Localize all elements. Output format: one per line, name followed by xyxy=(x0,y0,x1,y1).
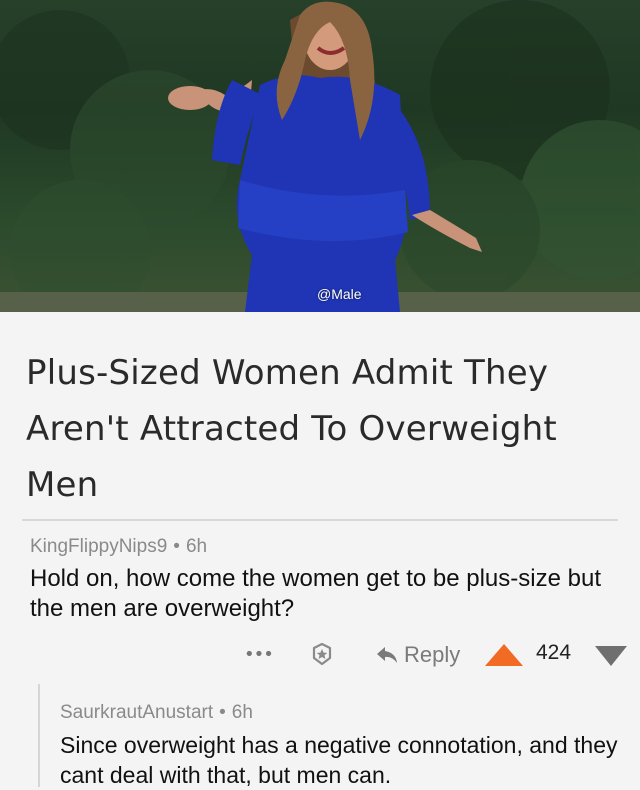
comment-meta: SaurkrautAnustart • 6h xyxy=(60,700,630,726)
reply-button[interactable]: Reply xyxy=(376,640,460,670)
comment-meta: KingFlippyNips9 • 6h xyxy=(30,534,620,560)
comment-action-bar: ••• Reply 424 xyxy=(0,636,640,676)
reply-arrow-icon xyxy=(377,647,397,663)
comment-author[interactable]: SaurkrautAnustart xyxy=(60,702,213,723)
downvote-arrow-icon[interactable] xyxy=(594,645,628,667)
divider xyxy=(22,519,618,521)
article-title[interactable]: Plus-Sized Women Admit They Aren't Attra… xyxy=(26,345,616,513)
woman-photo-illustration xyxy=(0,0,640,312)
comment-body: Since overweight has a negative connotat… xyxy=(60,732,618,788)
meta-separator: • xyxy=(173,536,180,557)
comment-body: Hold on, how come the women get to be pl… xyxy=(30,565,601,622)
more-dots-icon[interactable]: ••• xyxy=(244,644,274,665)
photo-watermark: @Male xyxy=(317,286,362,302)
article-photo[interactable]: @Male xyxy=(0,0,640,312)
reply-label: Reply xyxy=(404,642,461,667)
comment-author[interactable]: KingFlippyNips9 xyxy=(30,536,167,557)
award-icon[interactable] xyxy=(310,642,334,666)
comment-reply: SaurkrautAnustart • 6h Since overweight ha… xyxy=(60,700,630,790)
vote-score: 424 xyxy=(536,641,572,664)
comment-age: 6h xyxy=(231,702,253,723)
comment-age: 6h xyxy=(185,536,208,557)
upvote-arrow-icon[interactable] xyxy=(484,643,524,667)
comment-top: KingFlippyNips9 • 6h Hold on, how come the… xyxy=(30,534,620,624)
meta-separator: • xyxy=(219,702,226,723)
thread-indent-line[interactable] xyxy=(38,684,40,787)
